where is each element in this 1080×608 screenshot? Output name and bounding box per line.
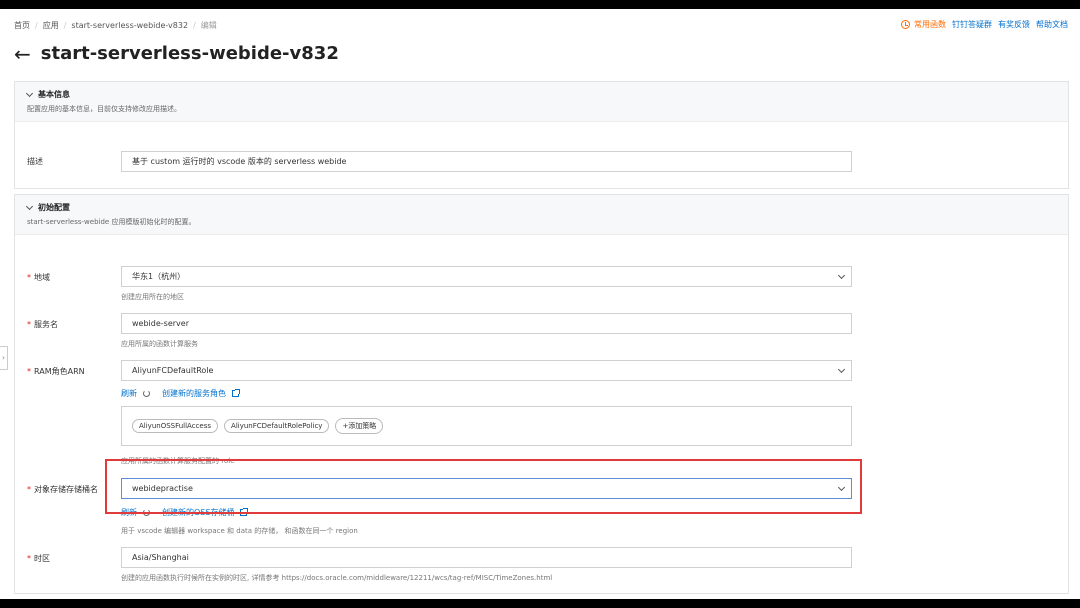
app-screen: 首页 / 应用 / start-serverless-webide-v832 /…	[0, 9, 1080, 599]
back-arrow-icon[interactable]: ←	[14, 44, 31, 64]
refresh-icon[interactable]	[143, 390, 150, 397]
basic-info-card: 基本信息 配置应用的基本信息，目前仅支持修改应用描述。 描述 基于 custom…	[14, 81, 1069, 189]
ram-role-select[interactable]: AliyunFCDefaultRole	[121, 360, 852, 381]
dingtalk-group-link[interactable]: 钉钉答疑群	[952, 19, 992, 30]
basic-info-desc: 配置应用的基本信息，目前仅支持修改应用描述。	[27, 105, 181, 113]
policy-tag[interactable]: AliyunOSSFullAccess	[132, 419, 219, 433]
region-label: * 地域	[27, 273, 50, 282]
breadcrumb-home[interactable]: 首页	[14, 20, 30, 31]
service-name-input[interactable]: webide-server	[121, 313, 852, 334]
bucket-hint: 用于 vscode 编辑器 workspace 和 data 的存储， 和函数在…	[121, 527, 358, 535]
ram-refresh-link[interactable]: 刷新	[121, 388, 137, 399]
breadcrumb-app[interactable]: start-serverless-webide-v832	[71, 21, 188, 30]
highlight-box	[105, 459, 862, 514]
policy-tag[interactable]: AliyunFCDefaultRolePolicy	[224, 419, 330, 433]
common-functions-link[interactable]: 常用函数	[901, 19, 946, 30]
add-policy-button[interactable]: +添加策略	[335, 418, 384, 434]
chevron-down-icon	[25, 202, 34, 210]
basic-info-header[interactable]: 基本信息 配置应用的基本信息，目前仅支持修改应用描述。	[15, 82, 1068, 122]
feedback-link[interactable]: 有奖反馈	[998, 19, 1030, 30]
init-config-title: 初始配置	[38, 203, 70, 212]
init-config-desc: start-serverless-webide 应用模版初始化时的配置。	[27, 218, 196, 226]
chevron-down-icon	[25, 89, 34, 97]
clock-icon	[901, 20, 910, 29]
description-label: 描述	[27, 157, 43, 166]
region-hint: 创建应用所在的地区	[121, 293, 184, 301]
external-link-icon	[232, 389, 240, 397]
policy-tags-box: AliyunOSSFullAccess AliyunFCDefaultRoleP…	[121, 406, 852, 446]
breadcrumb-apps[interactable]: 应用	[43, 20, 59, 31]
chevron-down-icon	[837, 271, 846, 280]
help-docs-link[interactable]: 帮助文档	[1036, 19, 1068, 30]
sidebar-expand-icon[interactable]: ›	[0, 346, 8, 370]
chevron-down-icon	[837, 365, 846, 374]
service-hint: 应用所属的函数计算服务	[121, 340, 198, 348]
title-bar: ← start-serverless-webide-v832	[14, 43, 339, 64]
init-config-header[interactable]: 初始配置 start-serverless-webide 应用模版初始化时的配置…	[15, 195, 1068, 235]
timezone-label: * 时区	[27, 554, 50, 563]
ram-role-label: * RAM角色ARN	[27, 367, 85, 376]
service-label: * 服务名	[27, 320, 58, 329]
bucket-label: * 对象存储存储桶名	[27, 485, 98, 494]
init-config-card: 初始配置 start-serverless-webide 应用模版初始化时的配置…	[14, 194, 1069, 594]
basic-info-title: 基本信息	[38, 90, 70, 99]
breadcrumb-current: 编辑	[200, 20, 217, 30]
create-service-role-link[interactable]: 创建新的服务角色	[162, 388, 226, 399]
breadcrumb-separator: /	[63, 20, 67, 30]
page-title: start-serverless-webide-v832	[40, 43, 339, 64]
region-select[interactable]: 华东1（杭州）	[121, 266, 852, 287]
description-input[interactable]: 基于 custom 运行时的 vscode 版本的 serverless web…	[121, 151, 852, 172]
breadcrumb-separator: /	[193, 20, 196, 30]
common-functions-label: 常用函数	[914, 20, 946, 29]
ram-role-actions: 刷新 创建新的服务角色	[121, 388, 240, 399]
timezone-hint: 创建的应用函数执行时候所在实例的时区, 详情参考 https://docs.or…	[121, 574, 553, 582]
top-links: 常用函数 钉钉答疑群 有奖反馈 帮助文档	[901, 19, 1068, 30]
breadcrumb-separator: /	[35, 20, 38, 30]
breadcrumb: 首页 / 应用 / start-serverless-webide-v832 /…	[14, 19, 217, 31]
timezone-input[interactable]: Asia/Shanghai	[121, 547, 852, 568]
